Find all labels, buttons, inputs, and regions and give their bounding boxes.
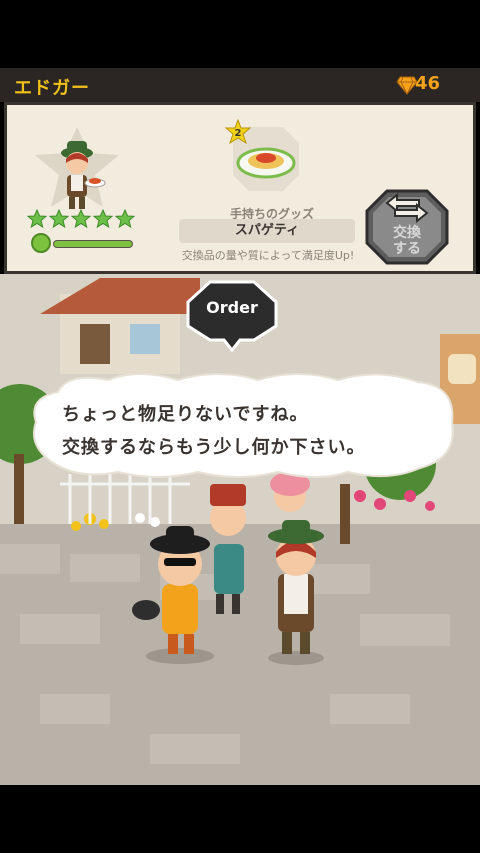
exchange-button-label: 交換 する	[363, 225, 451, 257]
star-icon	[27, 209, 47, 229]
goods-name: スパゲティ	[179, 219, 355, 243]
exchange-button[interactable]: 交換 する	[363, 185, 451, 269]
character-portrait	[35, 127, 119, 209]
rarity-badge: 2	[225, 119, 251, 145]
star-icon	[49, 209, 69, 229]
mood-bar	[53, 240, 133, 248]
star-icon	[115, 209, 135, 229]
goods-note: 交換品の量や質によって満足度Up!	[181, 249, 355, 262]
speech-line-1: ちょっと物足りないですね。	[62, 404, 309, 425]
star-icon	[71, 209, 91, 229]
bottom-bar	[0, 785, 480, 853]
character-info-panel: 2 手持ちのグッズ スパゲティ 交換品の量や質によって満足度Up! 交換 する	[4, 102, 476, 274]
smiley-face-icon	[31, 233, 51, 253]
star-icon	[93, 209, 113, 229]
mood-bar-fill	[54, 241, 132, 247]
character-name: エドガー	[14, 78, 90, 99]
swap-arrows-icon	[385, 193, 429, 223]
order-label: Order	[206, 298, 258, 317]
star-rating	[27, 209, 135, 229]
top-bar: エドガー 46	[0, 68, 480, 102]
speech-line-2: 交換するならもう少し何か下さい。	[62, 437, 366, 458]
mood-meter	[31, 233, 135, 253]
exchange-label-text: 交換 する	[393, 225, 421, 257]
speech-text: ちょっと物足りないですね。 交換するならもう少し何か下さい。	[62, 398, 422, 464]
rarity-level: 2	[235, 128, 242, 139]
gem-count: 46	[414, 73, 440, 94]
